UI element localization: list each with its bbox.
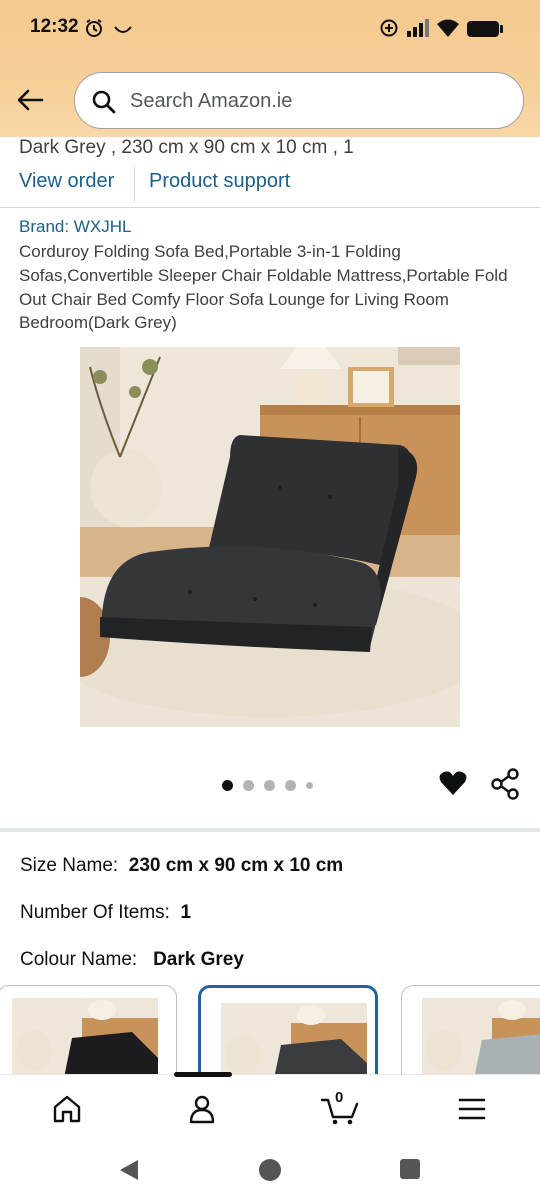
items-label: Number Of Items:	[20, 902, 170, 923]
size-value: 230 cm x 90 cm x 10 cm	[128, 855, 344, 876]
cart-count: 0	[335, 1089, 344, 1106]
status-bar: 12:32	[0, 0, 540, 60]
product-support-link[interactable]: Product support	[149, 170, 290, 193]
carousel-dot[interactable]	[306, 781, 313, 789]
signal-icon	[406, 18, 430, 43]
search-icon	[91, 89, 117, 120]
search-input[interactable]: Search Amazon.ie	[74, 72, 524, 129]
app-header: 12:32 Search Amazon.ie	[0, 0, 540, 137]
colour-value: Dark Grey	[153, 949, 244, 970]
order-variant-summary: Dark Grey , 230 cm x 90 cm x 10 cm , 1	[19, 137, 354, 158]
carousel-dot[interactable]	[243, 779, 254, 791]
system-navigation-bar	[0, 1140, 540, 1200]
size-label: Size Name:	[20, 855, 119, 876]
menu-icon	[458, 1098, 486, 1120]
order-links: View order Product support	[0, 164, 540, 208]
system-recents-icon[interactable]	[400, 1159, 420, 1184]
colour-swatch-dark-grey[interactable]	[198, 985, 378, 1080]
battery-icon	[466, 20, 504, 43]
status-time: 12:32	[30, 16, 79, 37]
size-attribute: Size Name: 230 cm x 90 cm x 10 cm	[20, 855, 343, 877]
nav-cart[interactable]: 0	[318, 1089, 362, 1129]
swatch-thumbnail	[12, 998, 158, 1080]
heart-icon[interactable]	[438, 768, 468, 803]
account-icon	[189, 1095, 215, 1124]
carousel-dot[interactable]	[264, 779, 275, 791]
bottom-navigation: 0	[0, 1074, 540, 1140]
image-carousel-dots	[222, 779, 313, 791]
system-home-icon[interactable]	[258, 1158, 282, 1187]
view-order-link[interactable]: View order	[19, 170, 114, 193]
nav-home[interactable]	[47, 1089, 87, 1129]
data-saver-icon	[379, 18, 399, 43]
home-icon	[53, 1095, 81, 1123]
share-icon[interactable]	[490, 768, 520, 805]
swatch-thumbnail	[422, 998, 540, 1080]
swatch-thumbnail	[221, 1003, 367, 1080]
back-arrow-icon	[17, 89, 44, 111]
search-placeholder: Search Amazon.ie	[130, 90, 293, 112]
links-divider	[134, 166, 135, 202]
colour-swatch-light-grey[interactable]	[401, 985, 540, 1080]
colour-swatches	[0, 985, 540, 1080]
colour-attribute: Colour Name: Dark Grey	[20, 949, 244, 971]
wifi-icon	[436, 18, 460, 43]
search-row: Search Amazon.ie	[0, 70, 540, 132]
active-tab-indicator	[174, 1072, 232, 1077]
carousel-dot[interactable]	[285, 779, 296, 791]
colour-label: Colour Name:	[20, 949, 138, 970]
product-image[interactable]	[80, 347, 460, 727]
system-back-icon[interactable]	[118, 1158, 140, 1187]
section-divider	[0, 828, 540, 832]
brand-link[interactable]: Brand: WXJHL	[19, 217, 131, 237]
nav-account[interactable]	[182, 1089, 222, 1129]
product-title: Corduroy Folding Sofa Bed,Portable 3-in-…	[19, 242, 508, 333]
smile-icon	[113, 22, 133, 40]
back-button[interactable]	[10, 80, 50, 120]
colour-swatch-black[interactable]	[0, 985, 177, 1080]
items-value: 1	[180, 902, 192, 923]
alarm-icon	[84, 18, 104, 43]
carousel-dot[interactable]	[222, 779, 233, 791]
number-of-items-attribute: Number Of Items: 1	[20, 902, 191, 924]
nav-menu[interactable]	[452, 1089, 492, 1129]
